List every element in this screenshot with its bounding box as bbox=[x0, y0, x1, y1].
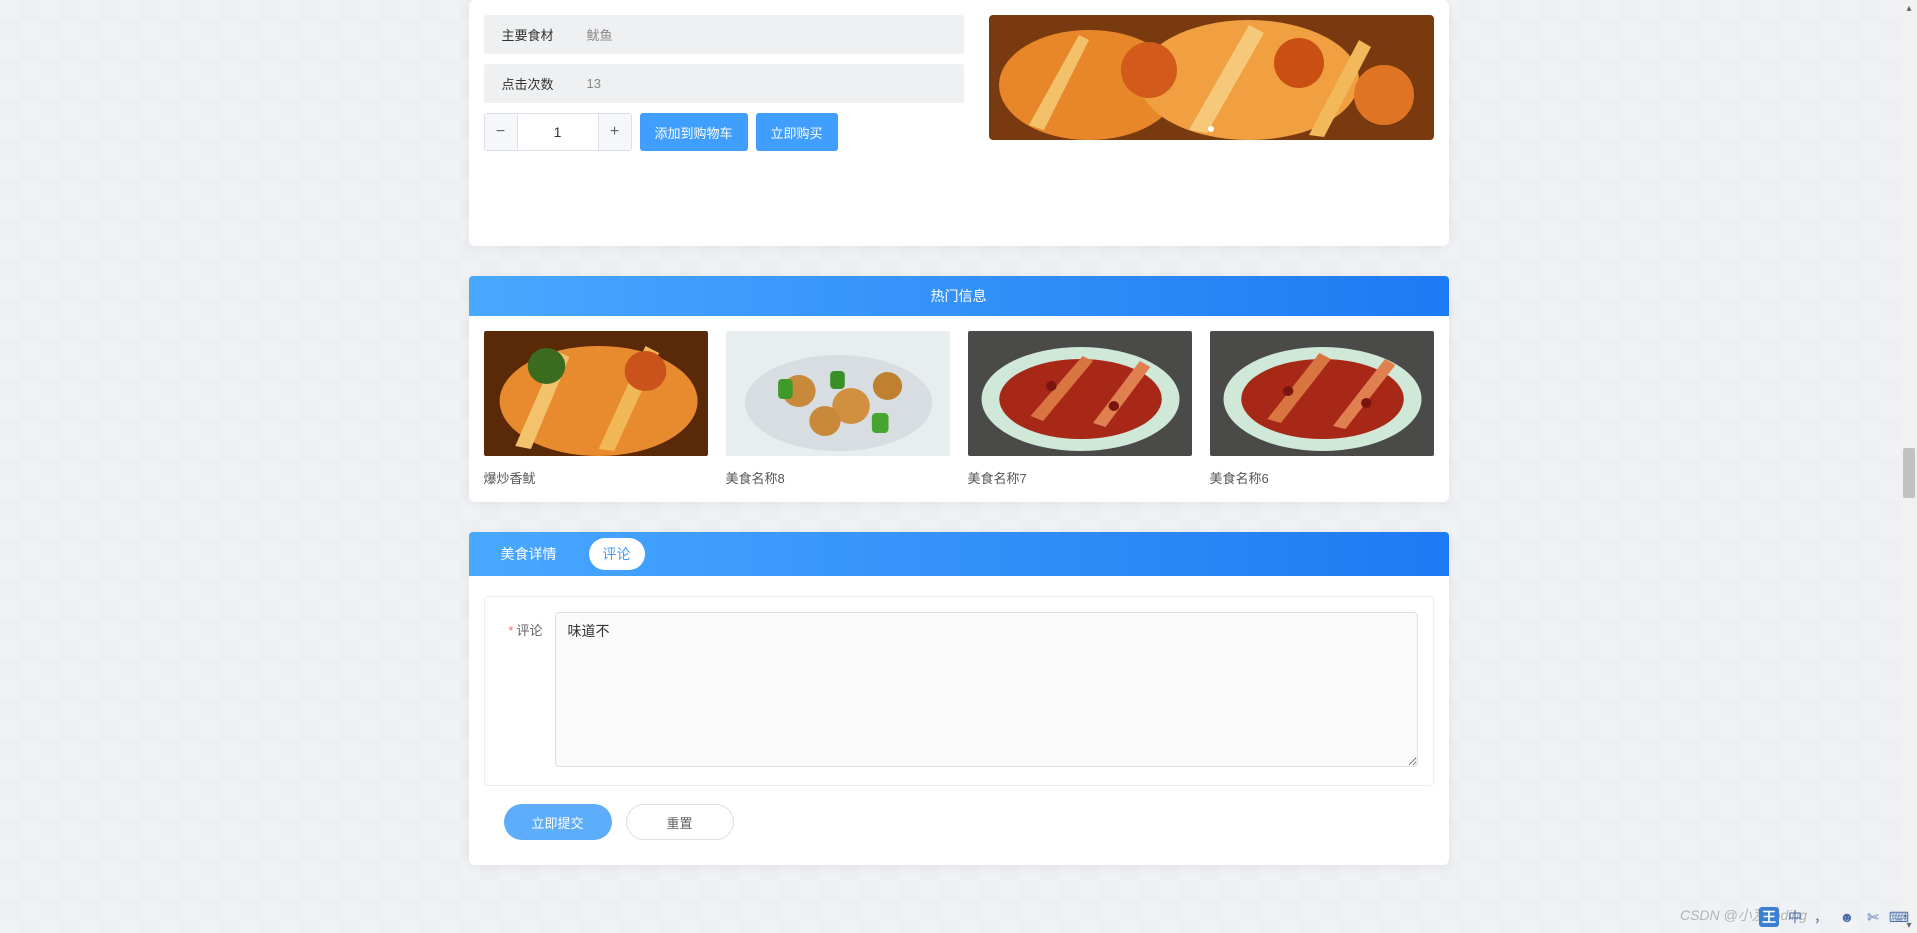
plus-button[interactable]: + bbox=[598, 113, 632, 151]
hot-item-name: 爆炒香鱿 bbox=[484, 468, 708, 487]
hot-item-image bbox=[726, 331, 950, 456]
ingredient-label: 主要食材 bbox=[502, 25, 587, 44]
tab-detail[interactable]: 美食详情 bbox=[487, 538, 571, 570]
quantity-stepper[interactable]: − + bbox=[484, 113, 632, 151]
hot-item[interactable]: 美食名称7 bbox=[968, 331, 1192, 487]
ime-punct-icon[interactable]: ， bbox=[1811, 907, 1831, 927]
minus-button[interactable]: − bbox=[484, 113, 518, 151]
carousel-dot[interactable] bbox=[1208, 126, 1214, 132]
ingredient-row: 主要食材 鱿鱼 bbox=[484, 15, 964, 54]
hot-item-name: 美食名称7 bbox=[968, 468, 1192, 487]
add-to-cart-button[interactable]: 添加到购物车 bbox=[640, 113, 748, 151]
reset-button[interactable]: 重置 bbox=[626, 804, 734, 840]
scroll-up-arrow[interactable]: ▴ bbox=[1901, 0, 1917, 16]
hot-item[interactable]: 美食名称8 bbox=[726, 331, 950, 487]
hot-item-image bbox=[484, 331, 708, 456]
ime-emoji-icon[interactable]: ☻ bbox=[1837, 907, 1857, 927]
hot-info-header: 热门信息 bbox=[469, 276, 1449, 316]
comment-textarea[interactable] bbox=[555, 612, 1418, 767]
hot-item-name: 美食名称6 bbox=[1210, 468, 1434, 487]
ime-toolbar[interactable]: 王 中 ， ☻ ✄ ⌨ bbox=[1759, 907, 1909, 927]
tabs-header: 美食详情 评论 bbox=[469, 532, 1449, 576]
clicks-label: 点击次数 bbox=[502, 74, 587, 93]
scroll-thumb[interactable] bbox=[1903, 448, 1915, 498]
comment-label: *评论 bbox=[500, 612, 555, 639]
product-detail-card: 主要食材 鱿鱼 点击次数 13 − + 添加到购物车 立即购买 bbox=[469, 0, 1449, 246]
ingredient-value: 鱿鱼 bbox=[587, 25, 613, 44]
clicks-value: 13 bbox=[587, 76, 601, 91]
carousel-dots[interactable] bbox=[989, 126, 1434, 132]
tab-comment[interactable]: 评论 bbox=[589, 538, 645, 570]
product-image bbox=[989, 15, 1434, 140]
submit-button[interactable]: 立即提交 bbox=[504, 804, 612, 840]
product-carousel[interactable] bbox=[989, 15, 1434, 140]
buy-now-button[interactable]: 立即购买 bbox=[756, 113, 838, 151]
hot-info-card: 热门信息 爆炒香鱿 bbox=[469, 276, 1449, 502]
ime-keyboard-icon[interactable]: ⌨ bbox=[1889, 907, 1909, 927]
hot-item-name: 美食名称8 bbox=[726, 468, 950, 487]
ime-logo-icon[interactable]: 王 bbox=[1759, 907, 1779, 927]
hot-item[interactable]: 爆炒香鱿 bbox=[484, 331, 708, 487]
hot-item-image bbox=[1210, 331, 1434, 456]
ime-scissors-icon[interactable]: ✄ bbox=[1863, 907, 1883, 927]
hot-item[interactable]: 美食名称6 bbox=[1210, 331, 1434, 487]
ime-lang-icon[interactable]: 中 bbox=[1785, 907, 1805, 927]
scrollbar[interactable]: ▴ ▾ bbox=[1901, 0, 1917, 933]
quantity-input[interactable] bbox=[518, 113, 598, 151]
hot-item-image bbox=[968, 331, 1192, 456]
detail-tabs-card: 美食详情 评论 *评论 立即提交 重置 bbox=[469, 532, 1449, 865]
clicks-row: 点击次数 13 bbox=[484, 64, 964, 103]
